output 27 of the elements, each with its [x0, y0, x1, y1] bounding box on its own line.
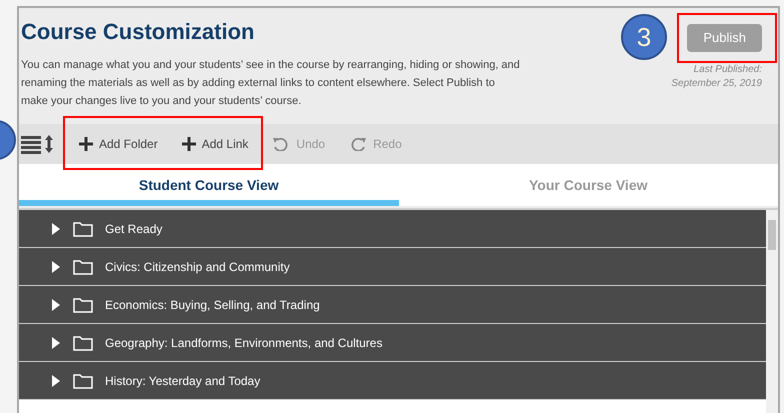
- folder-row[interactable]: History: Yesterday and Today: [19, 362, 766, 400]
- folder-row[interactable]: Geography: Landforms, Environments, and Cultures: [19, 324, 766, 362]
- folder-icon: [73, 258, 93, 274]
- folder-icon: [73, 334, 93, 350]
- folder-row[interactable]: Get Ready: [19, 210, 766, 248]
- folder-name: Geography: Landforms, Environments, and Cultures: [105, 334, 382, 352]
- toolbar-button[interactable]: Add Link: [182, 135, 248, 153]
- folder-icon: [73, 372, 93, 388]
- scrollbar[interactable]: [766, 210, 778, 413]
- plus-icon: [79, 137, 93, 151]
- redo-icon: [349, 137, 368, 151]
- last-published-label: Last Published:: [694, 62, 762, 76]
- folder-icon: [73, 296, 93, 312]
- toolbar-button[interactable]: Add Folder: [79, 135, 158, 153]
- plus-icon: [182, 137, 196, 151]
- reorder-icon[interactable]: [21, 134, 55, 154]
- folder-row[interactable]: Economics: Buying, Selling, and Trading: [19, 286, 766, 324]
- page-title: Course Customization: [21, 18, 256, 46]
- folder-icon: [73, 220, 93, 236]
- folder-name: History: Yesterday and Today: [105, 372, 260, 390]
- folder-name: Civics: Citizenship and Community: [105, 258, 290, 276]
- folder-name: Get Ready: [105, 220, 162, 238]
- undo-icon: [272, 137, 290, 151]
- folder-row[interactable]: Civics: Citizenship and Community: [19, 248, 766, 286]
- description-text: You can manage what you and your students’ see in the course by rearranging, hiding or showing, and renaming the materials as well as by adding external links to content elsewhere. Select Publish to make your changes live to you and your students’ course.: [21, 58, 521, 109]
- folder-name: Economics: Buying, Selling, and Trading: [105, 296, 320, 314]
- last-published-date: September 25, 2019: [671, 76, 762, 90]
